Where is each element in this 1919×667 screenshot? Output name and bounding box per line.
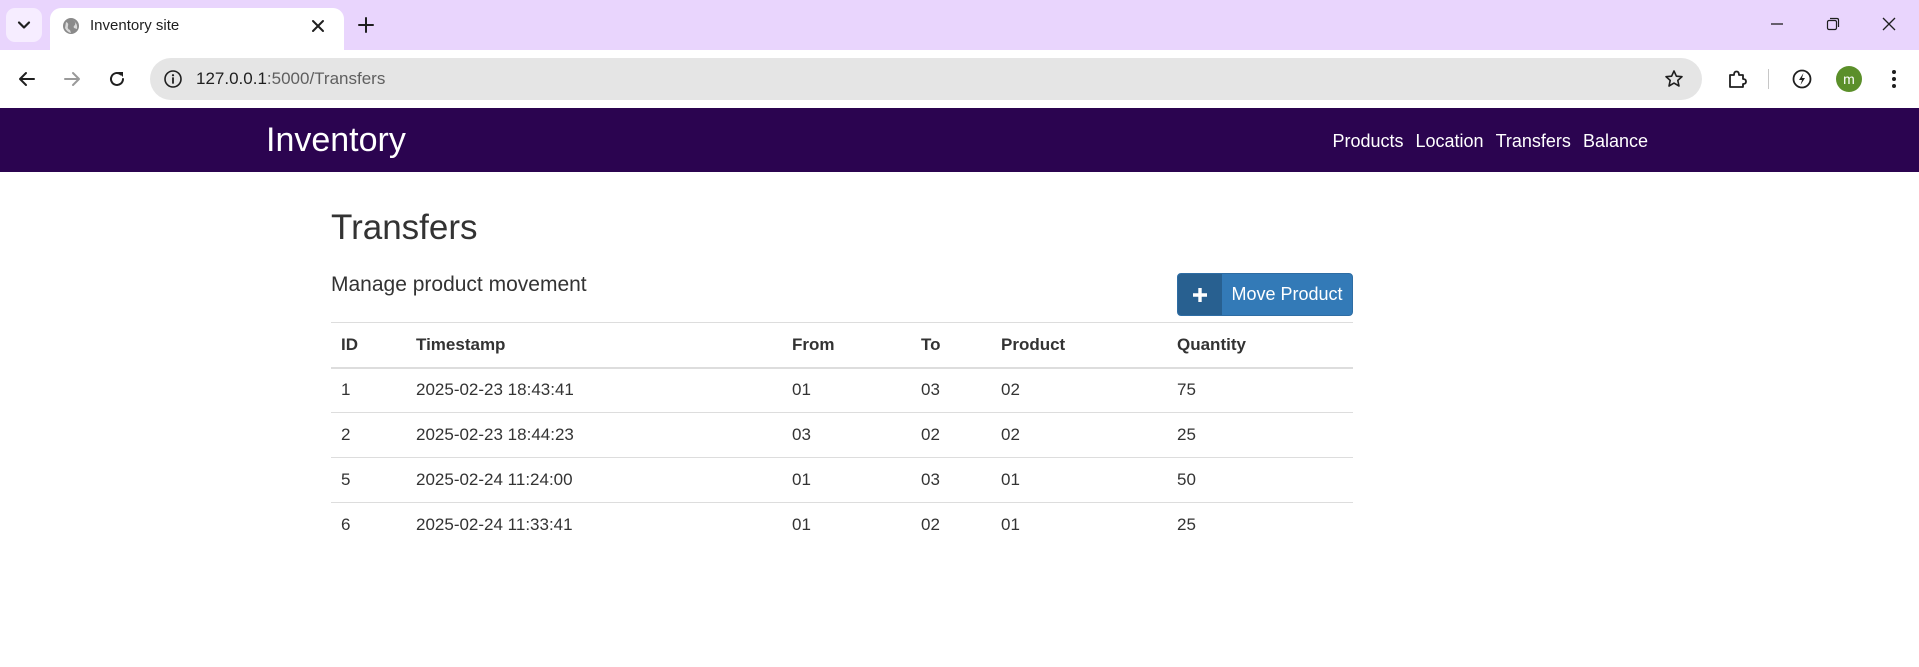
reload-icon: [110, 71, 124, 86]
close-icon[interactable]: [307, 15, 329, 37]
performance-icon[interactable]: [1788, 65, 1816, 93]
info-icon[interactable]: [162, 68, 184, 90]
kebab-menu-icon[interactable]: [1880, 65, 1908, 93]
back-button[interactable]: [13, 65, 41, 93]
cell-quantity: 25: [1167, 502, 1353, 548]
minimize-icon: [1771, 23, 1783, 25]
column-header-quantity: Quantity: [1167, 322, 1353, 369]
browser-tab-active[interactable]: Inventory site: [50, 8, 344, 50]
cell-from: 03: [782, 412, 911, 458]
cell-to: 02: [911, 502, 991, 548]
cell-quantity: 25: [1167, 412, 1353, 458]
restore-button[interactable]: [1810, 6, 1856, 42]
arrow-right-icon: [64, 72, 80, 86]
cell-from: 01: [782, 502, 911, 548]
nav-link-products[interactable]: Products: [1332, 130, 1403, 152]
column-header-from: From: [782, 322, 911, 369]
puzzle-icon[interactable]: [1723, 65, 1751, 93]
globe-icon: [62, 17, 80, 35]
nav-link-transfers[interactable]: Transfers: [1496, 130, 1571, 152]
cell-id: 6: [331, 502, 406, 548]
chevron-down-icon: [17, 18, 31, 32]
new-tab-button[interactable]: [353, 12, 379, 38]
url-path: :5000/Transfers: [266, 69, 386, 88]
reload-button[interactable]: [103, 65, 131, 93]
star-icon[interactable]: [1662, 67, 1686, 91]
table-row: 5 2025-02-24 11:24:00 01 03 01 50: [331, 457, 1353, 503]
move-product-label: Move Product: [1231, 284, 1343, 304]
cell-id: 1: [331, 367, 406, 413]
browser-toolbar: 127.0.0.1:5000/Transfers m: [0, 50, 1919, 108]
plus-icon: [1178, 274, 1222, 315]
cell-product: 02: [991, 412, 1167, 458]
toolbar-divider: [1768, 69, 1769, 89]
avatar[interactable]: m: [1836, 66, 1862, 92]
cell-timestamp: 2025-02-23 18:44:23: [406, 412, 782, 458]
cell-quantity: 75: [1167, 367, 1353, 413]
cell-timestamp: 2025-02-23 18:43:41: [406, 367, 782, 413]
cell-from: 01: [782, 367, 911, 413]
arrow-left-icon: [19, 72, 35, 86]
cell-id: 5: [331, 457, 406, 503]
nav-link-balance[interactable]: Balance: [1583, 130, 1648, 152]
tab-title: Inventory site: [90, 17, 180, 34]
nav-link-location[interactable]: Location: [1416, 130, 1484, 152]
site-navbar: Inventory Products Location Transfers Ba…: [0, 108, 1919, 172]
address-bar[interactable]: 127.0.0.1:5000/Transfers: [150, 58, 1702, 100]
minimize-button[interactable]: [1754, 6, 1800, 42]
table-row: 1 2025-02-23 18:43:41 01 03 02 75: [331, 367, 1353, 413]
column-header-timestamp: Timestamp: [406, 322, 782, 369]
column-header-to: To: [911, 322, 991, 369]
cell-product: 01: [991, 457, 1167, 503]
site-brand[interactable]: Inventory: [266, 120, 406, 160]
table-row: 2 2025-02-23 18:44:23 03 02 02 25: [331, 412, 1353, 458]
forward-button[interactable]: [58, 65, 86, 93]
cell-product: 02: [991, 367, 1167, 413]
plus-icon: [358, 17, 374, 33]
cell-to: 02: [911, 412, 991, 458]
table-row: 6 2025-02-24 11:33:41 01 02 01 25: [331, 502, 1353, 548]
cell-timestamp: 2025-02-24 11:24:00: [406, 457, 782, 503]
tab-search-button[interactable]: [6, 8, 42, 42]
column-header-id: ID: [331, 322, 406, 369]
page-subtitle: Manage product movement: [331, 273, 587, 296]
cell-from: 01: [782, 457, 911, 503]
window-close-button[interactable]: [1866, 6, 1912, 42]
restore-icon: [1826, 17, 1840, 31]
cell-quantity: 50: [1167, 457, 1353, 503]
cell-to: 03: [911, 367, 991, 413]
table-header-row: ID Timestamp From To Product Quantity: [331, 322, 1353, 369]
cell-timestamp: 2025-02-24 11:33:41: [406, 502, 782, 548]
transfers-table: ID Timestamp From To Product Quantity 1 …: [331, 322, 1353, 548]
url-text[interactable]: 127.0.0.1:5000/Transfers: [196, 69, 385, 89]
close-icon: [1882, 17, 1896, 31]
tab-strip: Inventory site: [0, 0, 1919, 50]
cell-product: 01: [991, 502, 1167, 548]
cell-id: 2: [331, 412, 406, 458]
page-title: Transfers: [331, 208, 478, 247]
move-product-button[interactable]: Move Product: [1177, 273, 1353, 316]
column-header-product: Product: [991, 322, 1167, 369]
url-host: 127.0.0.1: [196, 69, 267, 88]
site-nav-links: Products Location Transfers Balance: [1332, 130, 1648, 152]
cell-to: 03: [911, 457, 991, 503]
